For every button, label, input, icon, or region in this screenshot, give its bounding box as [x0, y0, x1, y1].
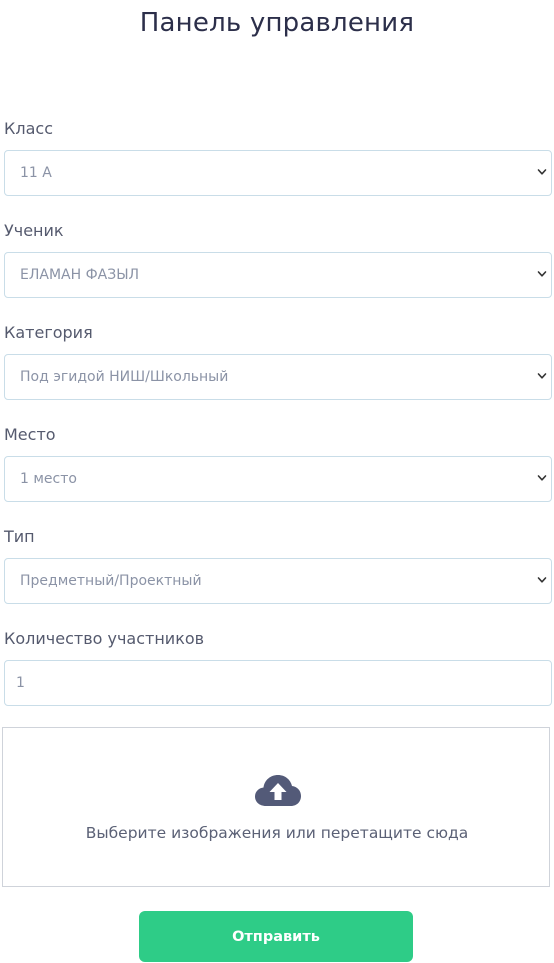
type-label: Тип	[4, 527, 35, 546]
class-select-value: 11 А	[20, 165, 52, 181]
type-select-value: Предметный/Проектный	[20, 573, 202, 589]
chevron-down-icon	[537, 373, 547, 379]
participants-input[interactable]: 1	[4, 660, 552, 706]
participants-input-value: 1	[16, 675, 25, 691]
page-title: Панель управления	[139, 8, 415, 38]
type-select[interactable]: Предметный/Проектный	[4, 558, 552, 604]
dropzone-text: Выберите изображения или перетащите сюда	[85, 824, 469, 842]
class-select[interactable]: 11 А	[4, 150, 552, 196]
chevron-down-icon	[537, 475, 547, 481]
category-select-value: Под эгидой НИШ/Школьный	[20, 369, 229, 385]
student-select[interactable]: ЕЛАМАН ФАЗЫЛ	[4, 252, 552, 298]
chevron-down-icon	[537, 169, 547, 175]
category-select[interactable]: Под эгидой НИШ/Школьный	[4, 354, 552, 400]
category-label: Категория	[4, 323, 93, 342]
cloud-upload-icon	[255, 775, 301, 806]
place-label: Место	[4, 425, 56, 444]
place-select-value: 1 место	[20, 471, 77, 487]
student-select-value: ЕЛАМАН ФАЗЫЛ	[20, 267, 140, 283]
participants-label: Количество участников	[4, 629, 205, 648]
place-select[interactable]: 1 место	[4, 456, 552, 502]
class-label: Класс	[4, 119, 53, 138]
chevron-down-icon	[537, 271, 547, 277]
chevron-down-icon	[537, 577, 547, 583]
submit-button[interactable]: Отправить	[139, 911, 413, 962]
student-label: Ученик	[4, 221, 64, 240]
image-dropzone[interactable]: Выберите изображения или перетащите сюда	[2, 727, 550, 887]
